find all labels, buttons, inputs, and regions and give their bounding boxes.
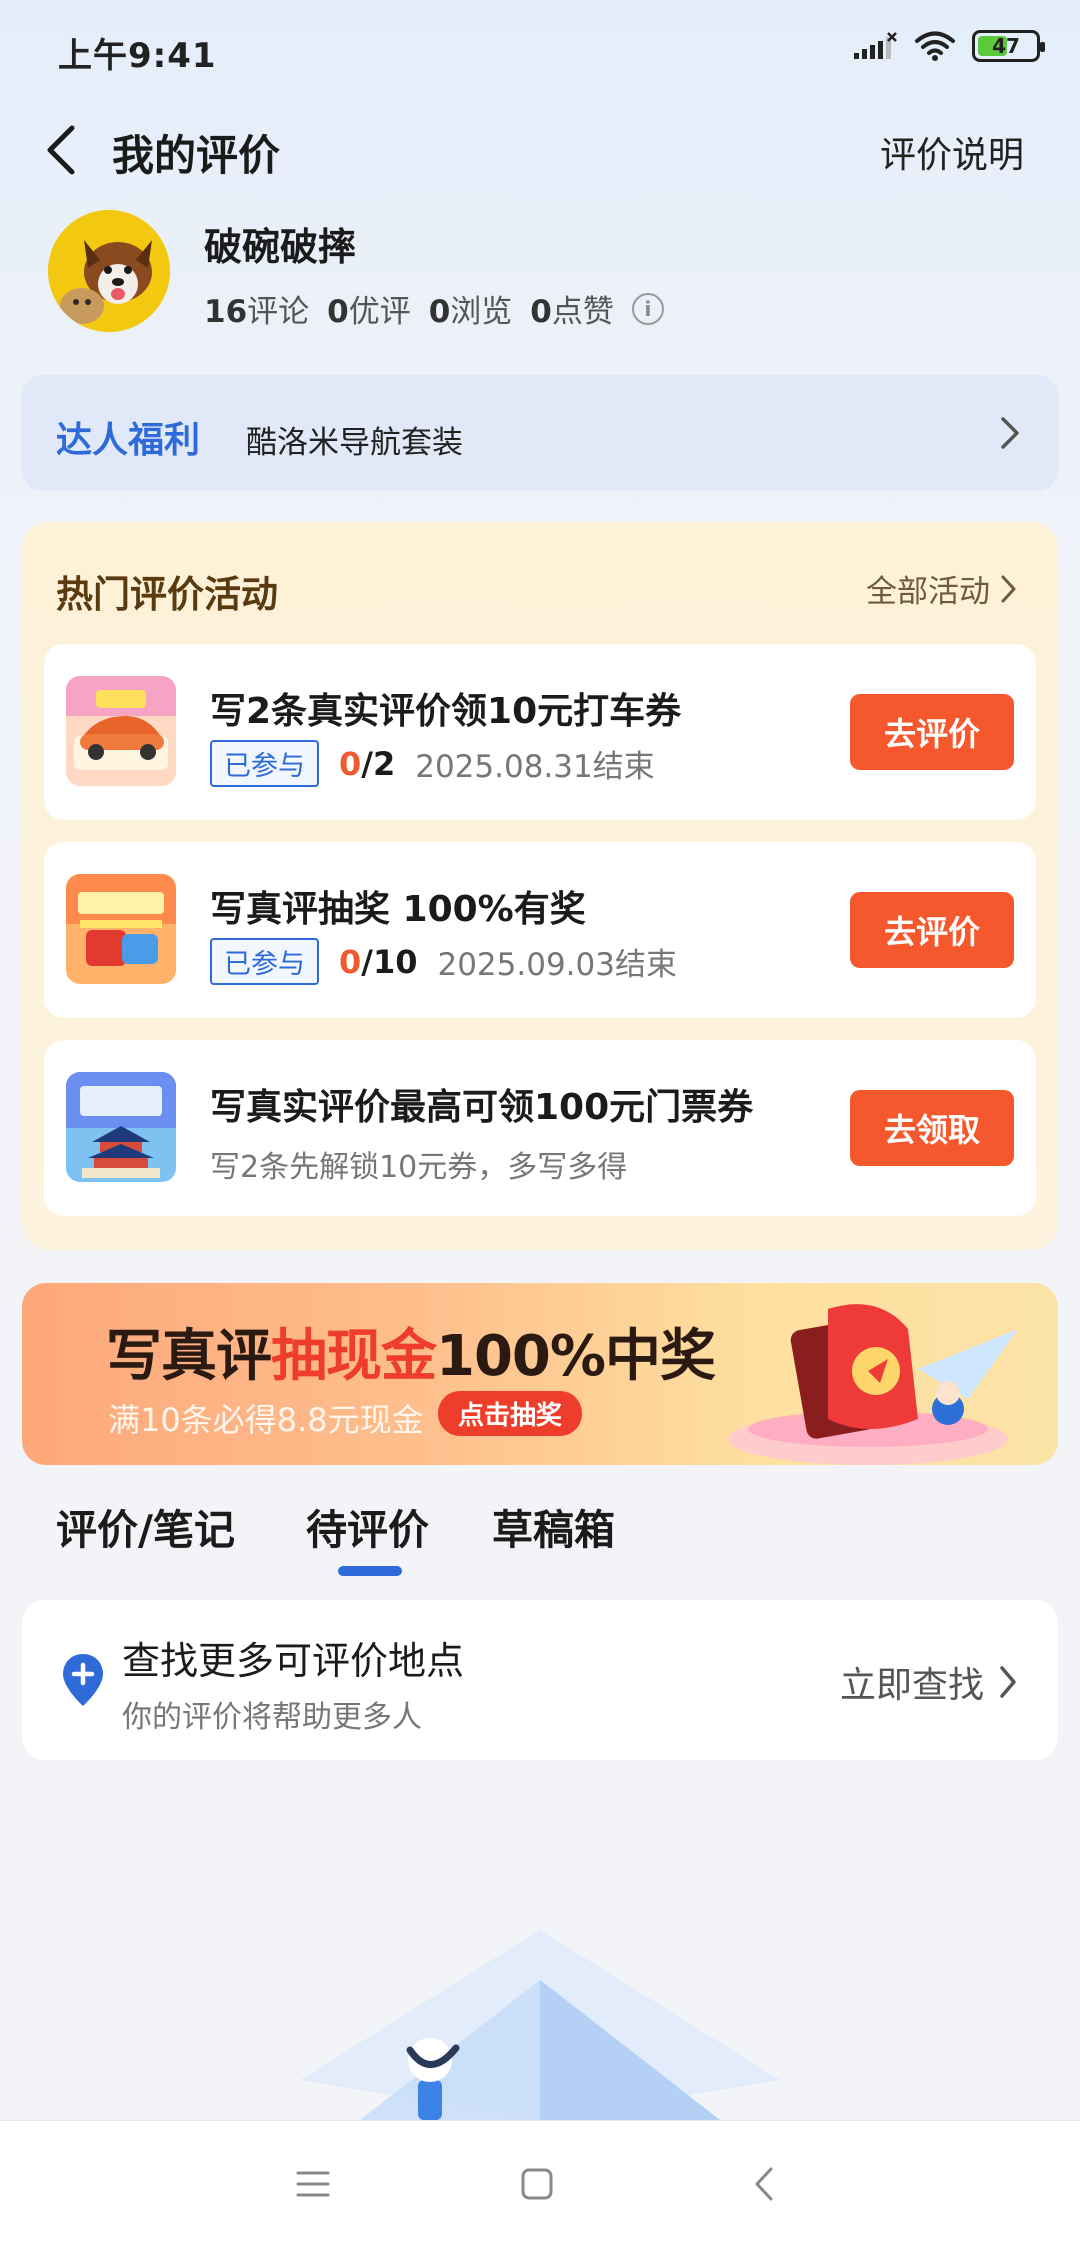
back-button[interactable] [40, 120, 88, 180]
perks-desc: 酷洛米导航套装 [246, 425, 463, 461]
rules-link[interactable]: 评价说明 [880, 126, 1024, 178]
activity-title: 写真评抽奖 100%有奖 [210, 889, 586, 930]
profile-stats: 16评论 0优评 0浏览 0点赞 i [204, 286, 664, 331]
red-envelope-illustration [728, 1304, 1018, 1465]
info-icon[interactable]: i [631, 292, 664, 325]
joined-badge: 已参与 [210, 740, 319, 787]
stat-views: 0浏览 [428, 294, 513, 330]
draw-lottery-button[interactable]: 点击抽奖 [438, 1391, 583, 1436]
tab-pending-reviews[interactable]: 待评价 [306, 1496, 429, 1556]
battery-icon: 47 [972, 30, 1045, 62]
find-subtitle: 你的评价将帮助更多人 [122, 1700, 422, 1735]
stat-good-reviews: 0优评 [327, 294, 411, 330]
activity-card[interactable]: 写真评抽奖 100%有奖 已参与 0/10 2025.09.03结束 去评价 [44, 842, 1036, 1018]
activity-title: 写真实评价最高可领100元门票券 [210, 1087, 754, 1128]
chevron-right-icon [1000, 1666, 1016, 1698]
activity-meta: 已参与 0/10 2025.09.03结束 [210, 938, 677, 985]
status-time: 上午9:41 [58, 36, 217, 76]
page-title: 我的评价 [112, 131, 281, 180]
tab-reviews-notes[interactable]: 评价/笔记 [56, 1496, 235, 1556]
home-icon[interactable] [520, 2167, 554, 2201]
menu-icon[interactable] [296, 2169, 330, 2199]
signal-icon [854, 32, 897, 59]
back-arrow-icon [47, 125, 75, 175]
system-nav-bar [0, 2120, 1080, 2248]
battery-level: 47 [992, 34, 1020, 58]
lottery-banner[interactable]: 写真评抽现金100%中奖 满10条必得8.8元现金 点击抽奖 [22, 1283, 1058, 1465]
activity-progress: 0/10 [339, 942, 418, 981]
activity-title: 写2条真实评价领10元打车券 [210, 691, 682, 732]
location-pin-icon [63, 1654, 103, 1706]
activity-card[interactable]: 写2条真实评价领10元打车券 已参与 0/2 2025.08.31结束 去评价 [44, 644, 1036, 820]
perks-title: 达人福利 [56, 420, 201, 461]
activity-progress: 0/2 [339, 744, 396, 783]
back-nav-icon[interactable] [752, 2165, 776, 2203]
banner-subtitle: 满10条必得8.8元现金 [108, 1401, 424, 1439]
activity-thumbnail-lottery [66, 874, 176, 984]
chevron-right-icon [1001, 417, 1019, 449]
chevron-right-icon [1001, 575, 1016, 602]
expert-perks-bar[interactable]: 达人福利 酷洛米导航套装 [22, 375, 1058, 491]
activity-end-date: 2025.08.31结束 [415, 749, 655, 785]
find-title: 查找更多可评价地点 [122, 1639, 465, 1683]
activity-meta: 已参与 0/2 2025.08.31结束 [210, 740, 655, 787]
tab-drafts[interactable]: 草稿箱 [492, 1496, 615, 1556]
joined-badge: 已参与 [210, 938, 319, 985]
username: 破碗破摔 [204, 225, 357, 269]
activity-thumbnail-car [66, 676, 176, 786]
activity-thumbnail-temple [66, 1072, 176, 1182]
find-now-link[interactable]: 立即查找 [840, 1656, 1018, 1708]
activity-subtitle: 写2条先解锁10元券，多写多得 [210, 1150, 628, 1185]
avatar[interactable] [48, 210, 170, 332]
go-review-button[interactable]: 去评价 [850, 694, 1014, 770]
active-tab-indicator [338, 1566, 402, 1576]
stat-reviews: 16评论 [204, 294, 310, 330]
activity-card[interactable]: 写真实评价最高可领100元门票券 写2条先解锁10元券，多写多得 去领取 [44, 1040, 1036, 1216]
hot-activities-panel: 热门评价活动 全部活动 写2条真实评价领10元打车券 已参与 0/2 2025.… [22, 522, 1058, 1250]
status-icons: 47 [852, 30, 1045, 62]
find-places-card[interactable]: 查找更多可评价地点 你的评价将帮助更多人 立即查找 [22, 1600, 1058, 1760]
activities-title: 热门评价活动 [56, 573, 278, 616]
all-activities-link[interactable]: 全部活动 [866, 566, 1018, 611]
activity-end-date: 2025.09.03结束 [437, 947, 677, 983]
empty-state-illustration [300, 1930, 780, 2120]
stat-likes: 0点赞 [530, 294, 614, 330]
go-review-button[interactable]: 去评价 [850, 892, 1014, 968]
claim-button[interactable]: 去领取 [850, 1090, 1014, 1166]
wifi-icon [915, 31, 955, 61]
banner-title: 写真评抽现金100%中奖 [106, 1324, 716, 1389]
